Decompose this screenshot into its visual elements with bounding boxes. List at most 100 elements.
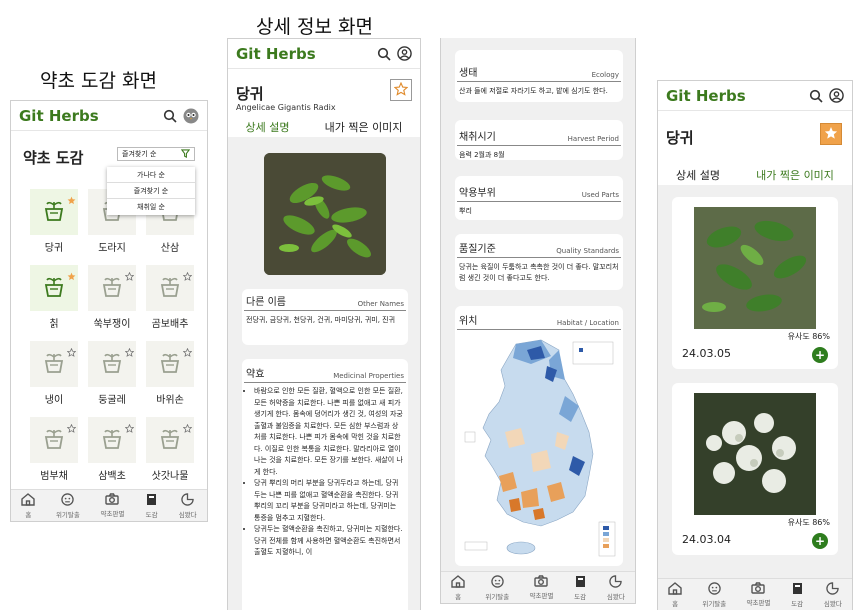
herb-name: 당귀 xyxy=(44,243,64,254)
nav-label: 홈 xyxy=(455,592,462,601)
nav-label: 도감 xyxy=(574,592,587,601)
photo-image xyxy=(694,207,816,329)
herb-name: 냉이 xyxy=(44,395,64,406)
nav-item[interactable]: 도감 xyxy=(791,582,804,608)
owl-avatar-icon[interactable] xyxy=(183,108,199,124)
photo-card[interactable]: 유사도 86% 24.03.04 + xyxy=(672,383,838,555)
herb-name: 바위손 xyxy=(156,395,184,406)
herb-item[interactable]: 삿갓나물 xyxy=(141,417,199,491)
herb-tile xyxy=(88,341,136,387)
face-icon xyxy=(61,492,75,508)
nav-item[interactable]: 약초판별 xyxy=(530,575,553,600)
other-names-text: 전당귀, 금당귀, 천당귀, 건귀, 마미당귀, 귀미, 진귀 xyxy=(246,316,396,324)
herb-item[interactable]: 당귀 xyxy=(25,189,83,263)
star-icon[interactable] xyxy=(124,342,135,361)
book-icon xyxy=(574,575,587,590)
sort-option[interactable]: 가나다 순 xyxy=(107,167,195,183)
nav-item[interactable]: 약초판별 xyxy=(747,582,770,607)
my-images-screen: Git Herbs 당귀 상세 설명 내가 찍은 이미지 유사도 86% 24.… xyxy=(657,80,853,610)
herb-tile xyxy=(30,417,78,463)
nav-item[interactable]: 위기탈출 xyxy=(702,581,726,608)
home-icon xyxy=(668,581,682,597)
herb-item[interactable]: 둥굴레 xyxy=(83,341,141,415)
star-icon[interactable] xyxy=(124,418,135,437)
nav-item[interactable]: 심봤다 xyxy=(179,492,197,519)
quality-text: 당귀는 육질이 두툼하고 촉촉한 것이 더 좋다. 말꼬리처럼 생긴 것이 더 … xyxy=(459,263,619,282)
sort-option[interactable]: 채취일 순 xyxy=(107,199,195,215)
nav-item[interactable]: 홈 xyxy=(451,574,465,601)
home-icon xyxy=(451,574,465,590)
nav-item[interactable]: 위기탈출 xyxy=(485,574,509,601)
herb-pot-icon xyxy=(41,425,67,455)
herb-name: 삼백초 xyxy=(98,471,126,482)
herb-item[interactable]: 범부채 xyxy=(25,417,83,491)
funnel-icon xyxy=(180,148,191,160)
herb-item[interactable]: 바위손 xyxy=(141,341,199,415)
search-icon[interactable] xyxy=(809,89,823,103)
catalog-caption: 약초 도감 화면 xyxy=(40,70,157,92)
user-circle-icon[interactable] xyxy=(397,46,412,61)
favorite-button[interactable] xyxy=(820,123,842,145)
herb-item[interactable]: 삼백초 xyxy=(83,417,141,491)
star-icon[interactable] xyxy=(124,266,135,285)
app-brand: Git Herbs xyxy=(236,44,316,63)
herb-item[interactable]: 곰보배추 xyxy=(141,265,199,339)
herb-tile xyxy=(30,265,78,311)
section-title: 약효 xyxy=(246,369,265,380)
user-circle-icon[interactable] xyxy=(829,88,844,103)
star-icon[interactable] xyxy=(66,342,77,361)
nav-label: 위기탈출 xyxy=(55,510,80,519)
herb-tile xyxy=(30,189,78,235)
tab-description[interactable]: 상세 설명 xyxy=(245,119,290,139)
star-icon[interactable] xyxy=(182,266,193,285)
plus-icon[interactable]: + xyxy=(812,347,828,363)
other-names-card: 다른 이름 Other Names 전당귀, 금당귀, 천당귀, 건귀, 마미당귀… xyxy=(242,289,408,345)
habitat-map[interactable] xyxy=(461,336,617,558)
properties-card: 약효 Medicinal Properties 바람으로 인한 모든 질환, 혈액… xyxy=(242,359,408,610)
nav-item[interactable]: 홈 xyxy=(668,581,682,608)
section-subtitle: Harvest Period xyxy=(567,135,619,143)
star-icon[interactable] xyxy=(67,266,76,285)
nav-item[interactable]: 도감 xyxy=(145,493,158,519)
herb-tile xyxy=(88,265,136,311)
photo-card[interactable]: 유사도 86% 24.03.05 + xyxy=(672,197,838,369)
star-icon[interactable] xyxy=(67,190,76,209)
nav-item[interactable]: 심봤다 xyxy=(607,574,625,601)
harvest-text: 음력 2월과 8월 xyxy=(459,151,505,159)
pacman-icon xyxy=(181,492,194,508)
face-icon xyxy=(708,581,721,597)
search-icon[interactable] xyxy=(377,47,391,61)
star-icon[interactable] xyxy=(66,418,77,437)
ecology-card: 생태 Ecology 산과 들에 저절로 자라기도 하고, 밭에 심기도 한다. xyxy=(455,50,623,102)
nav-label: 약초판별 xyxy=(100,510,125,518)
star-icon xyxy=(393,81,409,100)
photo-list: 유사도 86% 24.03.05 + 유사도 86% 24.03.04 + xyxy=(658,185,852,610)
herb-item[interactable]: 냉이 xyxy=(25,341,83,415)
star-icon[interactable] xyxy=(182,418,193,437)
sort-dropdown[interactable]: 즐겨찾기 순 xyxy=(117,147,195,161)
tab-my-images[interactable]: 내가 찍은 이미지 xyxy=(325,119,403,139)
herb-item[interactable]: 칡 xyxy=(25,265,83,339)
nav-item[interactable]: 심봤다 xyxy=(824,581,842,608)
herb-tile xyxy=(88,417,136,463)
herb-name: 칡 xyxy=(49,319,59,330)
section-subtitle: Ecology xyxy=(591,71,619,79)
detail-screen: Git Herbs 당귀 Angelicae Gigantis Radix 상세… xyxy=(227,38,421,610)
nav-item[interactable]: 홈 xyxy=(21,492,36,519)
nav-item[interactable]: 약초판별 xyxy=(100,493,125,518)
nav-item[interactable]: 위기탈출 xyxy=(55,492,80,519)
search-icon[interactable] xyxy=(163,109,177,123)
app-header: Git Herbs xyxy=(11,101,207,131)
habitat-card: 위치 Habitat / Location xyxy=(455,306,623,566)
herb-item[interactable]: 쑥부쟁이 xyxy=(83,265,141,339)
tab-description[interactable]: 상세 설명 xyxy=(676,167,720,187)
app-header: Git Herbs xyxy=(658,81,852,111)
section-subtitle: Used Parts xyxy=(581,191,619,199)
sort-option[interactable]: 즐겨찾기 순 xyxy=(107,183,195,199)
favorite-button[interactable] xyxy=(390,79,412,101)
tab-my-images[interactable]: 내가 찍은 이미지 xyxy=(756,167,834,187)
plus-icon[interactable]: + xyxy=(812,533,828,549)
nav-item[interactable]: 도감 xyxy=(574,575,587,601)
star-icon[interactable] xyxy=(182,342,193,361)
bottom-nav: 홈 위기탈출 약초판별 도감 심봤다 xyxy=(658,578,852,610)
